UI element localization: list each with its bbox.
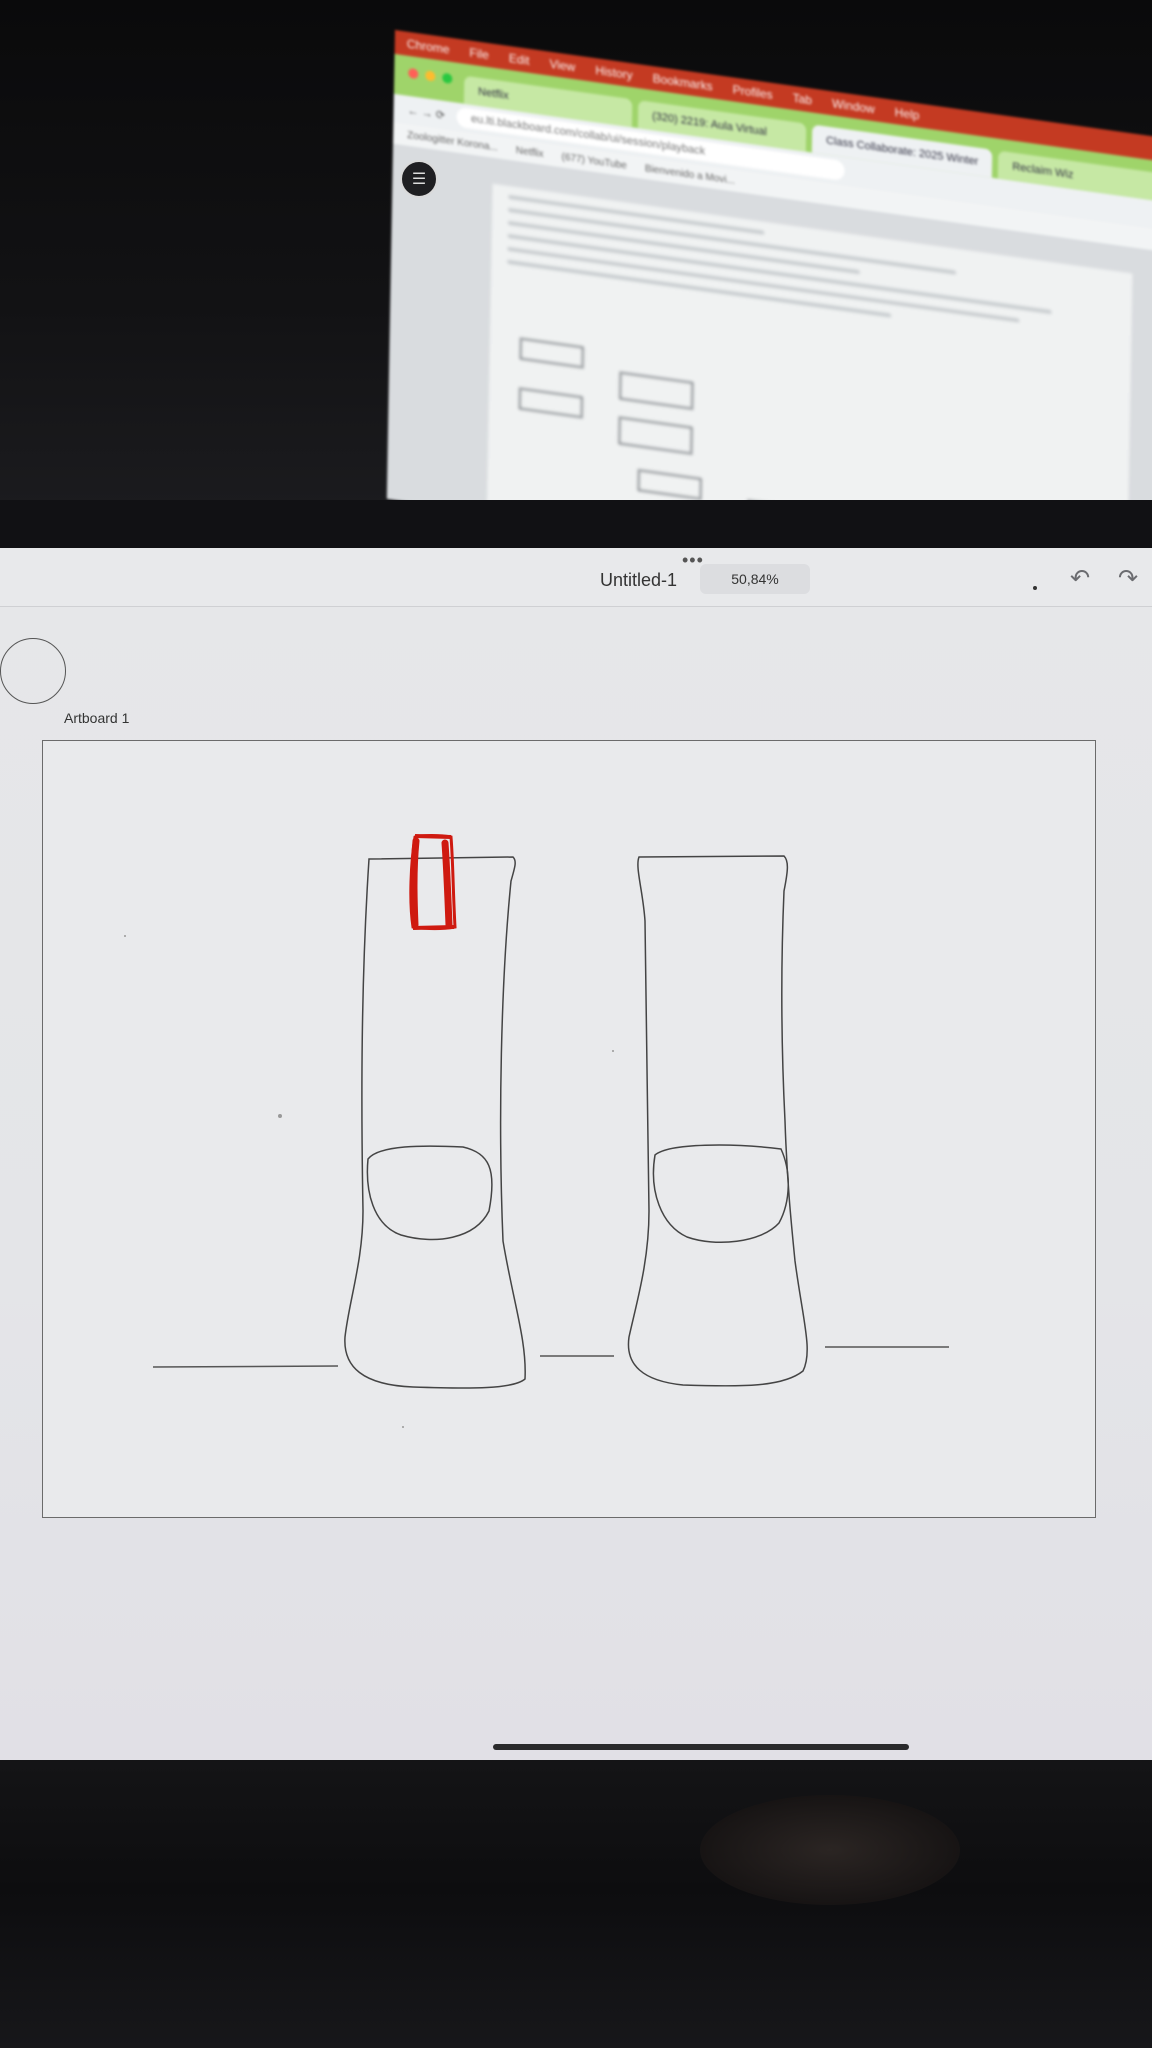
redo-icon[interactable]: ↷ bbox=[1114, 565, 1142, 592]
menu-item-bookmarks: Bookmarks bbox=[652, 71, 713, 94]
finger-shadow bbox=[700, 1795, 960, 1905]
menu-item-tab: Tab bbox=[792, 90, 813, 108]
drawing-layer bbox=[124, 834, 949, 1428]
avatar[interactable] bbox=[0, 638, 66, 704]
heel-outline-right bbox=[652, 1144, 789, 1244]
document-title[interactable]: Untitled-1 bbox=[600, 570, 677, 591]
sock-outline-right bbox=[627, 855, 808, 1387]
status-dot bbox=[1033, 586, 1037, 590]
ipad-top-bezel bbox=[0, 500, 1152, 550]
undo-icon[interactable]: ↶ bbox=[1066, 565, 1094, 592]
hamburger-menu-icon: ☰ bbox=[400, 160, 438, 198]
nav-arrows-icon: ← → ⟳ bbox=[407, 104, 446, 122]
canvas-speck bbox=[402, 1426, 404, 1428]
ground-line-left bbox=[152, 1365, 339, 1368]
artboard-canvas[interactable] bbox=[42, 740, 1096, 1518]
red-brush-fill-left bbox=[410, 837, 420, 929]
red-brush-top bbox=[414, 834, 452, 839]
menu-item-profiles: Profiles bbox=[732, 82, 773, 102]
zoom-level-button[interactable]: 50,84% bbox=[700, 564, 810, 594]
menu-item-edit: Edit bbox=[508, 50, 530, 68]
canvas-speck bbox=[612, 1050, 614, 1052]
laptop-browser-window: Chrome File Edit View History Bookmarks … bbox=[386, 30, 1152, 505]
home-indicator[interactable] bbox=[493, 1744, 909, 1750]
drawing-app: ••• Untitled-1 50,84% ↶ ↷ Artboard 1 bbox=[0, 548, 1152, 1760]
menu-item-view: View bbox=[549, 56, 576, 75]
artboard-label[interactable]: Artboard 1 bbox=[64, 710, 129, 726]
app-top-bar: ••• Untitled-1 50,84% ↶ ↷ bbox=[0, 548, 1152, 607]
menu-item-chrome: Chrome bbox=[406, 36, 450, 57]
red-brush-bottom bbox=[412, 925, 455, 930]
menu-item-help: Help bbox=[894, 105, 920, 123]
menu-item-history: History bbox=[595, 63, 633, 83]
canvas-speck bbox=[278, 1114, 282, 1118]
menu-item-file: File bbox=[469, 45, 489, 63]
canvas-speck bbox=[124, 935, 126, 937]
ipad-bottom-bezel bbox=[0, 1760, 1152, 2048]
menu-item-window: Window bbox=[831, 96, 875, 117]
bookmark-item: Netflix bbox=[515, 144, 544, 160]
bookmark-item: (677) YouTube bbox=[561, 150, 627, 172]
red-brush-fill-right bbox=[441, 839, 453, 929]
window-controls bbox=[408, 67, 453, 85]
heel-outline-left bbox=[366, 1145, 493, 1241]
background-laptop: Chrome File Edit View History Bookmarks … bbox=[0, 0, 1152, 505]
sock-outline-left bbox=[344, 856, 526, 1389]
